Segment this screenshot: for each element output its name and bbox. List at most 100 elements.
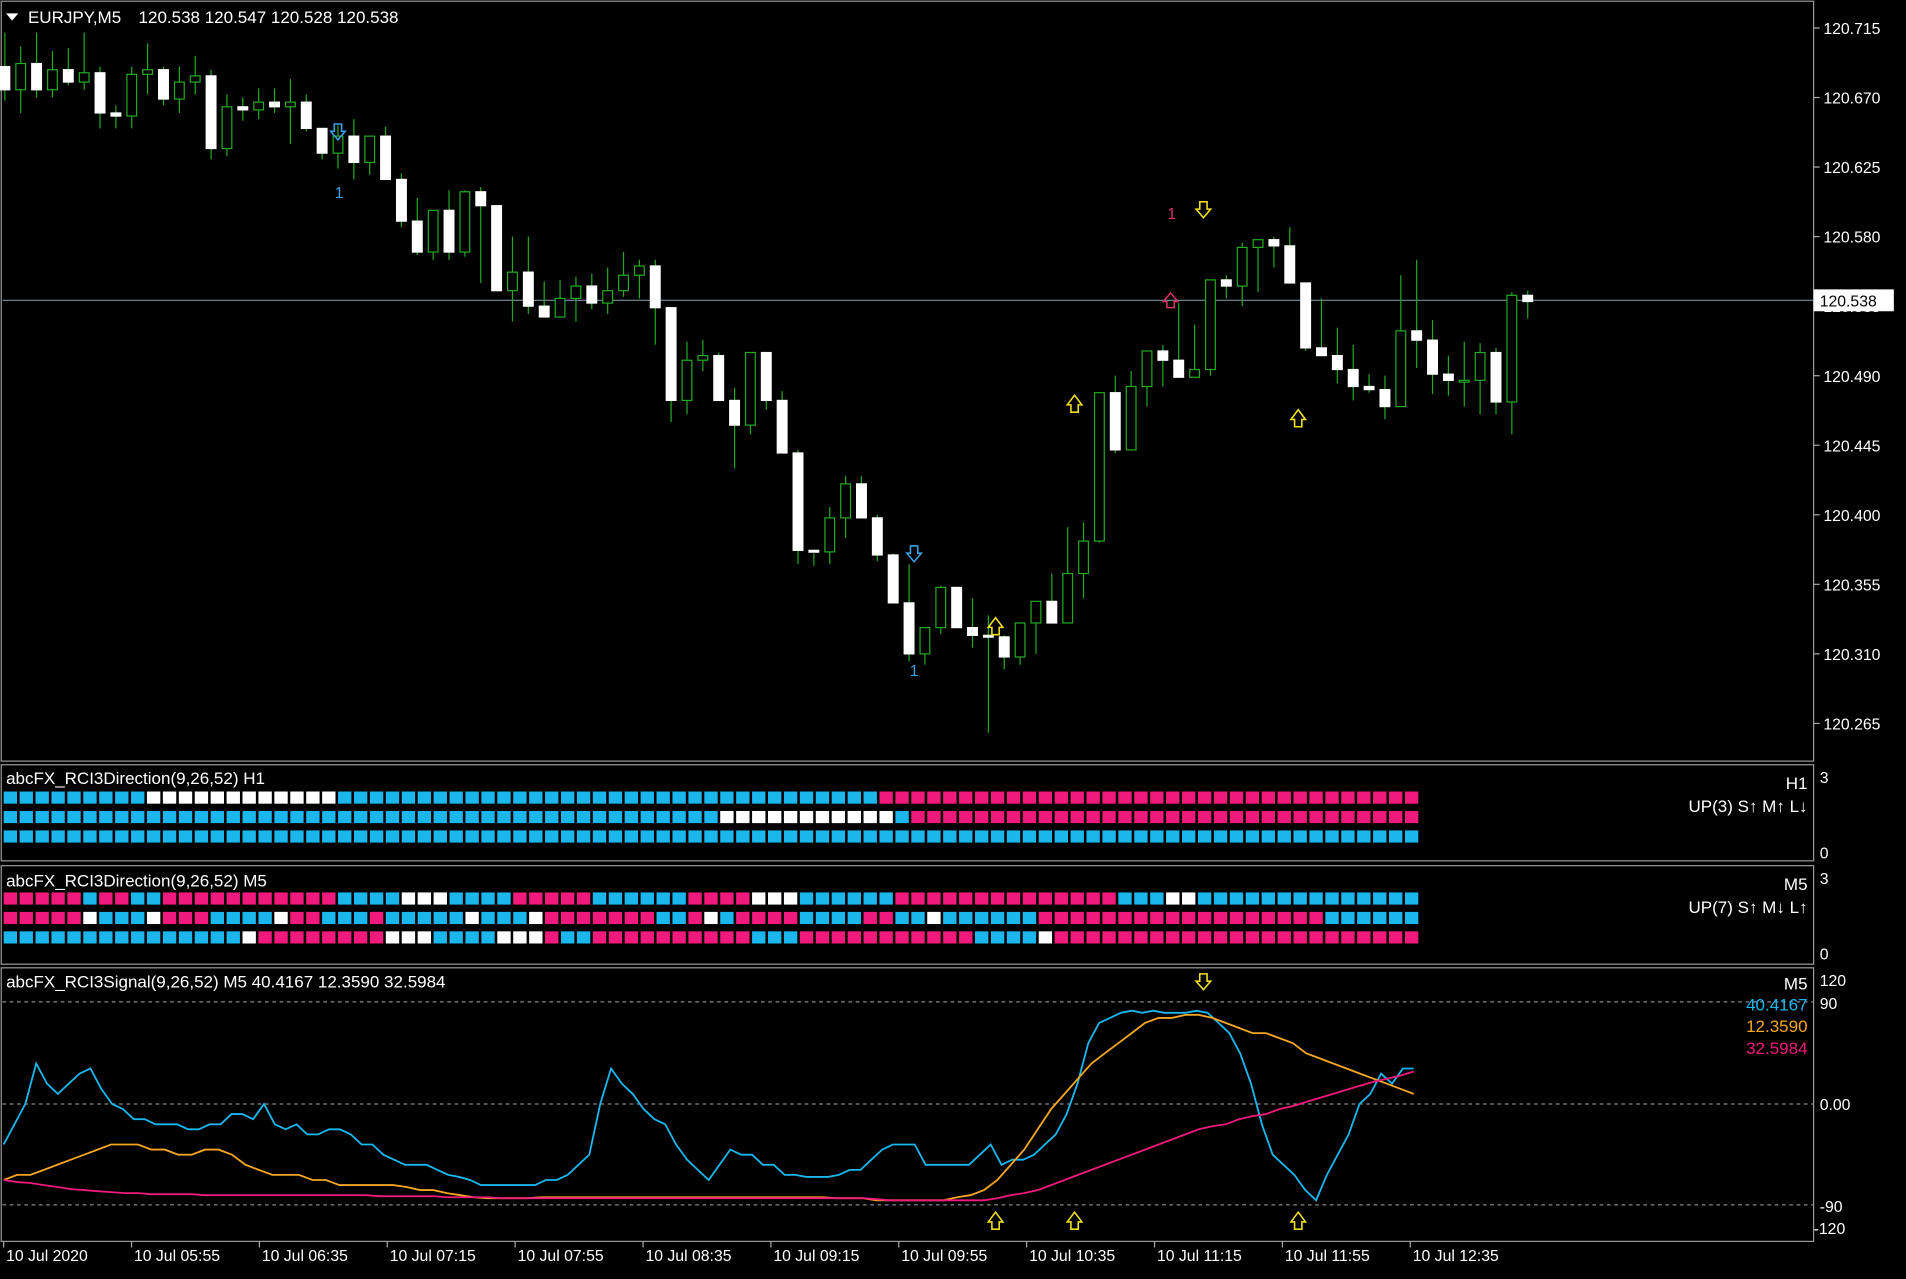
- rci-cell: [736, 830, 750, 843]
- time-axis[interactable]: 10 Jul 2020 10 Jul 05:55 10 Jul 06:35 10 Ju…: [3, 1241, 1499, 1265]
- panel-title: abcFX_RCI3Direction(9,26,52) M5: [6, 871, 267, 890]
- rci-cell: [1054, 911, 1068, 925]
- rci-cell: [847, 791, 861, 804]
- rci-cell: [736, 931, 750, 944]
- price-tick-label: 120.400: [1823, 508, 1880, 525]
- rci-cell: [274, 791, 288, 804]
- rci-cell: [290, 791, 304, 804]
- rci-cell: [624, 810, 639, 824]
- candle-body: [1062, 572, 1074, 624]
- candle-body: [570, 285, 582, 300]
- rci-cell: [576, 810, 591, 824]
- rci-cell: [1038, 911, 1053, 925]
- rci-cell: [1373, 830, 1387, 843]
- rci-cell: [67, 931, 81, 944]
- price-axis[interactable]: 120.715120.670120.625120.580120.535120.4…: [1813, 21, 1894, 734]
- rci-cell: [704, 931, 718, 944]
- rci-cell: [560, 931, 575, 944]
- rci-short-value: 40.4167: [1746, 995, 1807, 1014]
- rci-mid-value: 12.3590: [1746, 1017, 1807, 1036]
- rci-cell: [210, 931, 225, 944]
- rci-cell: [131, 830, 145, 843]
- rci-cell: [1150, 931, 1164, 944]
- rci-cell: [115, 911, 129, 925]
- rci-cell: [1102, 830, 1116, 843]
- rci-cell: [146, 892, 161, 905]
- candle-body: [284, 101, 296, 108]
- rci-cell: [1389, 892, 1403, 905]
- rci-cell: [927, 911, 941, 925]
- rci-cell: [1309, 830, 1323, 843]
- time-tick-label: 10 Jul 07:55: [518, 1248, 604, 1265]
- rci-cell: [990, 791, 1005, 804]
- rci-cell: [1134, 911, 1148, 925]
- rci-cell: [1054, 791, 1068, 804]
- rci-cell: [831, 791, 846, 804]
- rci-cell: [1293, 892, 1307, 905]
- rci-cell: [322, 830, 336, 843]
- rci-cell: [704, 791, 718, 804]
- rci-cell: [688, 830, 702, 843]
- rci-cell: [1404, 791, 1419, 804]
- rci-cell: [1261, 892, 1276, 905]
- rci-long-value: 32.5984: [1746, 1039, 1807, 1058]
- rci-cell: [1277, 892, 1291, 905]
- rci-cell: [210, 911, 225, 925]
- rci-cell: [943, 931, 957, 944]
- rci-cell: [767, 810, 782, 824]
- rci-cell: [720, 830, 734, 843]
- candle-body: [459, 191, 471, 253]
- rci-cell: [895, 911, 909, 925]
- candle-body: [951, 586, 963, 629]
- rci-cell: [576, 911, 591, 925]
- rci-cell: [417, 892, 432, 905]
- main-chart-window[interactable]: 1 1 1 EURJPY,M5 120.538 120.547 120.528 …: [0, 0, 1815, 762]
- rci-cell: [3, 830, 18, 843]
- rci-cell: [1404, 911, 1419, 925]
- rci-cell: [1182, 830, 1196, 843]
- rci-cell: [608, 931, 623, 944]
- rci-cell: [242, 791, 256, 804]
- rci-cell: [640, 830, 654, 843]
- rci-cell: [481, 791, 495, 804]
- rci-cell: [401, 892, 416, 905]
- price-tick-label: 120.625: [1823, 160, 1880, 177]
- rci-cell: [226, 931, 240, 944]
- rci-cell: [545, 830, 559, 843]
- rci-cell: [1150, 810, 1164, 824]
- candle-body: [364, 135, 376, 164]
- rci-cell: [1229, 892, 1244, 905]
- rci-cell: [3, 931, 18, 944]
- rci-cell: [162, 810, 177, 824]
- rci-cell: [688, 892, 702, 905]
- rci-direction-m5-panel[interactable]: abcFX_RCI3Direction(9,26,52) M5 M5 UP(7)…: [0, 865, 1829, 965]
- candle-body: [395, 178, 407, 222]
- rci-cell: [19, 810, 33, 824]
- rci-cell: [1309, 791, 1323, 804]
- rci-cell: [1404, 830, 1419, 843]
- rci-cell: [783, 892, 798, 905]
- rci-cell: [624, 892, 639, 905]
- rci-cell: [1357, 810, 1371, 824]
- rci-cell: [959, 810, 973, 824]
- rci-cell: [640, 931, 654, 944]
- candle-body: [1490, 351, 1502, 403]
- rci-cell: [3, 810, 18, 824]
- rci-cell: [1070, 892, 1084, 905]
- rci-cell: [67, 911, 81, 925]
- rci-signal-panel[interactable]: abcFX_RCI3Signal(9,26,52) M5 40.4167 12.…: [0, 967, 1851, 1242]
- rci-cell: [990, 830, 1005, 843]
- rci-cell: [226, 810, 240, 824]
- rci-cell: [274, 911, 288, 925]
- rci-cell: [67, 791, 81, 804]
- rci-cell: [433, 892, 447, 905]
- rci-cell: [975, 830, 989, 843]
- candle-body: [1014, 622, 1026, 658]
- rci-cell: [752, 892, 766, 905]
- candle-body: [31, 62, 43, 91]
- rci-direction-h1-panel[interactable]: abcFX_RCI3Direction(9,26,52) H1 H1 UP(3)…: [0, 764, 1829, 863]
- rci-cell: [815, 911, 830, 925]
- rci-cell: [688, 931, 702, 944]
- rci-cell: [927, 892, 941, 905]
- candle-body: [998, 636, 1010, 658]
